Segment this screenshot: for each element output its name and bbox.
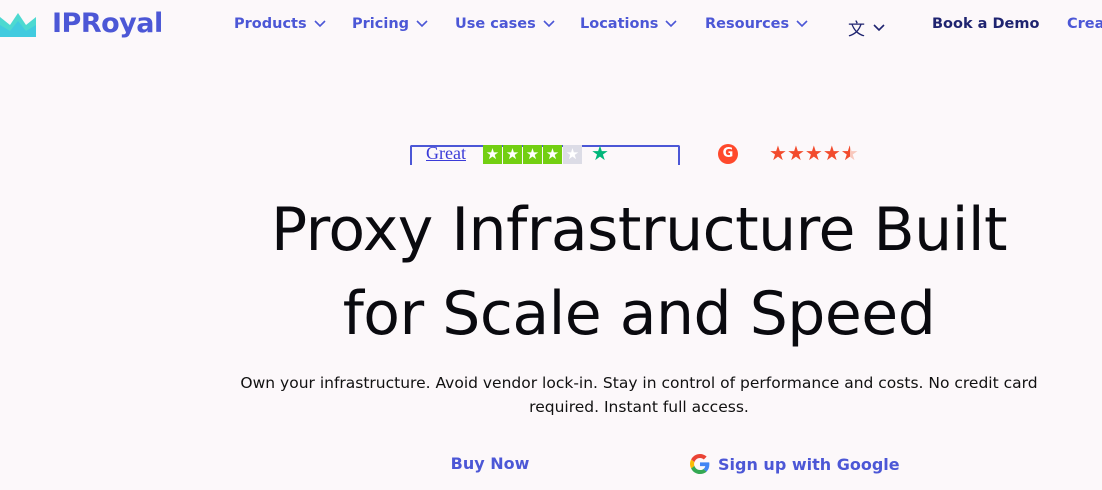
nav-resources[interactable]: Resources xyxy=(705,16,808,32)
trustpilot-rating-link[interactable]: Great xyxy=(426,143,466,164)
book-demo-label: Book a Demo xyxy=(932,16,1040,32)
language-selector[interactable]: 文 xyxy=(848,15,885,40)
google-logo-icon xyxy=(690,454,710,474)
star-icon: ★ xyxy=(523,145,542,164)
star-icon: ★ xyxy=(769,141,787,165)
star-icon: ★ xyxy=(483,145,502,164)
g2-logo-icon: G xyxy=(718,144,738,164)
nav-resources-label: Resources xyxy=(705,16,790,32)
hero-subtitle-line1: Own your infrastructure. Avoid vendor lo… xyxy=(240,374,1038,392)
star-icon: ★ xyxy=(503,145,522,164)
nav-locations[interactable]: Locations xyxy=(580,16,677,32)
trustpilot-logo-icon: ★ xyxy=(591,141,609,165)
star-icon: ★ xyxy=(786,141,805,165)
g2-stars: ★ ★ ★ ★ ★ xyxy=(769,142,859,164)
chevron-down-icon xyxy=(665,20,677,28)
nav-locations-label: Locations xyxy=(580,16,659,32)
brand-name: IPRoyal xyxy=(52,8,163,39)
star-half-icon: ★ xyxy=(841,142,859,164)
nav-products[interactable]: Products xyxy=(234,16,326,32)
chevron-down-icon xyxy=(543,20,555,28)
hero-subtitle: Own your infrastructure. Avoid vendor lo… xyxy=(200,371,1078,419)
star-empty-icon: ★ xyxy=(563,145,582,164)
nav-products-label: Products xyxy=(234,16,307,32)
star-icon: ★ xyxy=(822,141,841,165)
chevron-down-icon xyxy=(416,20,428,28)
chevron-down-icon xyxy=(796,20,808,28)
google-signup-button[interactable]: Sign up with Google xyxy=(690,454,900,474)
brand-logo-link[interactable]: IPRoyal xyxy=(0,8,163,39)
hero-title-line2: for Scale and Speed xyxy=(342,279,936,349)
nav-pricing[interactable]: Pricing xyxy=(352,16,428,32)
create-account-link[interactable]: Crea xyxy=(1067,16,1102,32)
hero-title-line1: Proxy Infrastructure Built xyxy=(270,195,1008,265)
hero-title: Proxy Infrastructure Built for Scale and… xyxy=(180,188,1098,356)
nav-pricing-label: Pricing xyxy=(352,16,410,32)
top-navigation: IPRoyal Products Pricing Use cases Locat… xyxy=(0,0,1102,52)
trustpilot-stars: ★ ★ ★ ★ ★ xyxy=(483,145,582,164)
nav-use-cases-label: Use cases xyxy=(455,16,536,32)
nav-use-cases[interactable]: Use cases xyxy=(455,16,555,32)
star-icon: ★ xyxy=(804,141,823,165)
chevron-down-icon xyxy=(314,20,326,28)
google-signup-label: Sign up with Google xyxy=(718,454,900,474)
hero-subtitle-line2: required. Instant full access. xyxy=(529,398,749,416)
book-demo-link[interactable]: Book a Demo xyxy=(932,16,1039,32)
crown-logo-icon xyxy=(0,12,36,37)
chevron-down-icon xyxy=(873,23,885,31)
create-account-label: Crea xyxy=(1067,16,1102,32)
translate-icon: 文 xyxy=(848,20,865,40)
buy-now-button[interactable]: Buy Now xyxy=(430,454,550,473)
star-icon: ★ xyxy=(543,145,562,164)
